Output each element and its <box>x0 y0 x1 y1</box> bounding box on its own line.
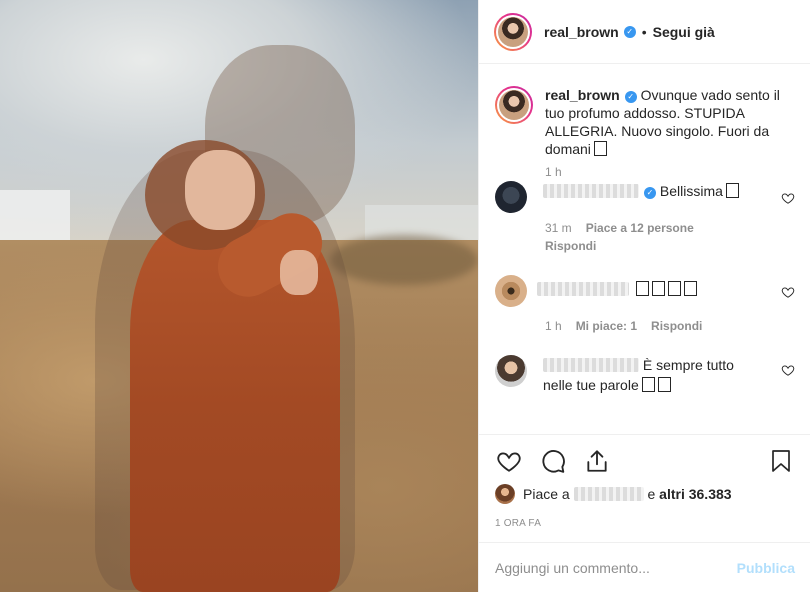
likes-suffix: e <box>647 486 656 502</box>
post-sidebar: real_brown ✓ • Segui già real_brown ✓ Ovu… <box>478 0 810 592</box>
post: real_brown ✓ • Segui già real_brown ✓ Ovu… <box>0 0 810 592</box>
comment-input[interactable] <box>495 559 737 576</box>
bookmark-icon[interactable] <box>767 447 795 475</box>
add-comment-bar: Pubblica <box>479 542 810 592</box>
emoji-icon <box>683 281 697 296</box>
share-icon[interactable] <box>583 447 611 475</box>
author-avatar[interactable] <box>494 12 532 51</box>
verified-icon: ✓ <box>644 187 656 199</box>
liker-avatar[interactable] <box>495 484 515 504</box>
liker-username[interactable] <box>573 487 644 501</box>
reply-button[interactable]: Rispondi <box>545 239 596 253</box>
like-comment-heart-icon[interactable] <box>781 191 795 205</box>
likes-others[interactable]: altri 36.383 <box>659 486 731 502</box>
photo-face <box>185 150 255 230</box>
action-bar <box>479 434 810 486</box>
emoji-icon <box>657 377 671 392</box>
commenter-username[interactable] <box>537 282 629 296</box>
comment-icon[interactable] <box>539 447 567 475</box>
caption: real_brown ✓ Ovunque vado sento il tuo pr… <box>495 86 795 158</box>
comment-time[interactable]: 31 m <box>545 221 572 235</box>
emoji-icon <box>641 377 655 392</box>
photo-bush <box>330 235 478 285</box>
author-username[interactable]: real_brown <box>544 24 619 40</box>
emoji-icon <box>667 281 681 296</box>
comment <box>495 275 795 307</box>
comment-text: Bellissima <box>659 183 723 199</box>
likes-summary[interactable]: Piace a e altri 36.383 <box>495 484 732 504</box>
caption-time[interactable]: 1 h <box>545 165 795 179</box>
separator-dot: • <box>641 23 647 40</box>
comment-likes[interactable]: Mi piace: 1 <box>576 319 637 333</box>
comment-time[interactable]: 1 h <box>545 319 562 333</box>
emoji-icon <box>635 281 649 296</box>
like-comment-heart-icon[interactable] <box>781 363 795 377</box>
verified-icon: ✓ <box>624 91 637 103</box>
emoji-icon <box>651 281 665 296</box>
reply-button[interactable]: Rispondi <box>651 319 702 333</box>
verified-icon: ✓ <box>623 25 636 38</box>
publish-button[interactable]: Pubblica <box>737 560 795 576</box>
post-header: real_brown ✓ • Segui già <box>479 0 810 64</box>
commenter-avatar[interactable] <box>495 275 527 307</box>
commenter-avatar[interactable] <box>495 355 527 387</box>
caption-username[interactable]: real_brown <box>545 87 620 103</box>
commenter-avatar[interactable] <box>495 181 527 213</box>
comment: È sempre tutto nelle tue parole <box>495 355 795 395</box>
post-timestamp[interactable]: 1 ORA FA <box>495 518 541 529</box>
photo-hand <box>280 250 318 295</box>
emoji-icon <box>593 141 607 156</box>
like-comment-heart-icon[interactable] <box>781 285 795 299</box>
comment: ✓ Bellissima <box>495 181 795 213</box>
following-button[interactable]: Segui già <box>653 24 715 40</box>
comment-likes[interactable]: Piace a 12 persone <box>586 221 694 235</box>
commenter-username[interactable] <box>543 184 639 198</box>
emoji-icon <box>725 183 739 198</box>
comments-list[interactable]: real_brown ✓ Ovunque vado sento il tuo pr… <box>479 64 810 434</box>
post-photo[interactable] <box>0 0 478 592</box>
caption-avatar[interactable] <box>495 86 533 124</box>
commenter-username[interactable] <box>543 358 639 372</box>
likes-prefix: Piace a <box>523 486 570 502</box>
heart-icon[interactable] <box>495 447 523 475</box>
